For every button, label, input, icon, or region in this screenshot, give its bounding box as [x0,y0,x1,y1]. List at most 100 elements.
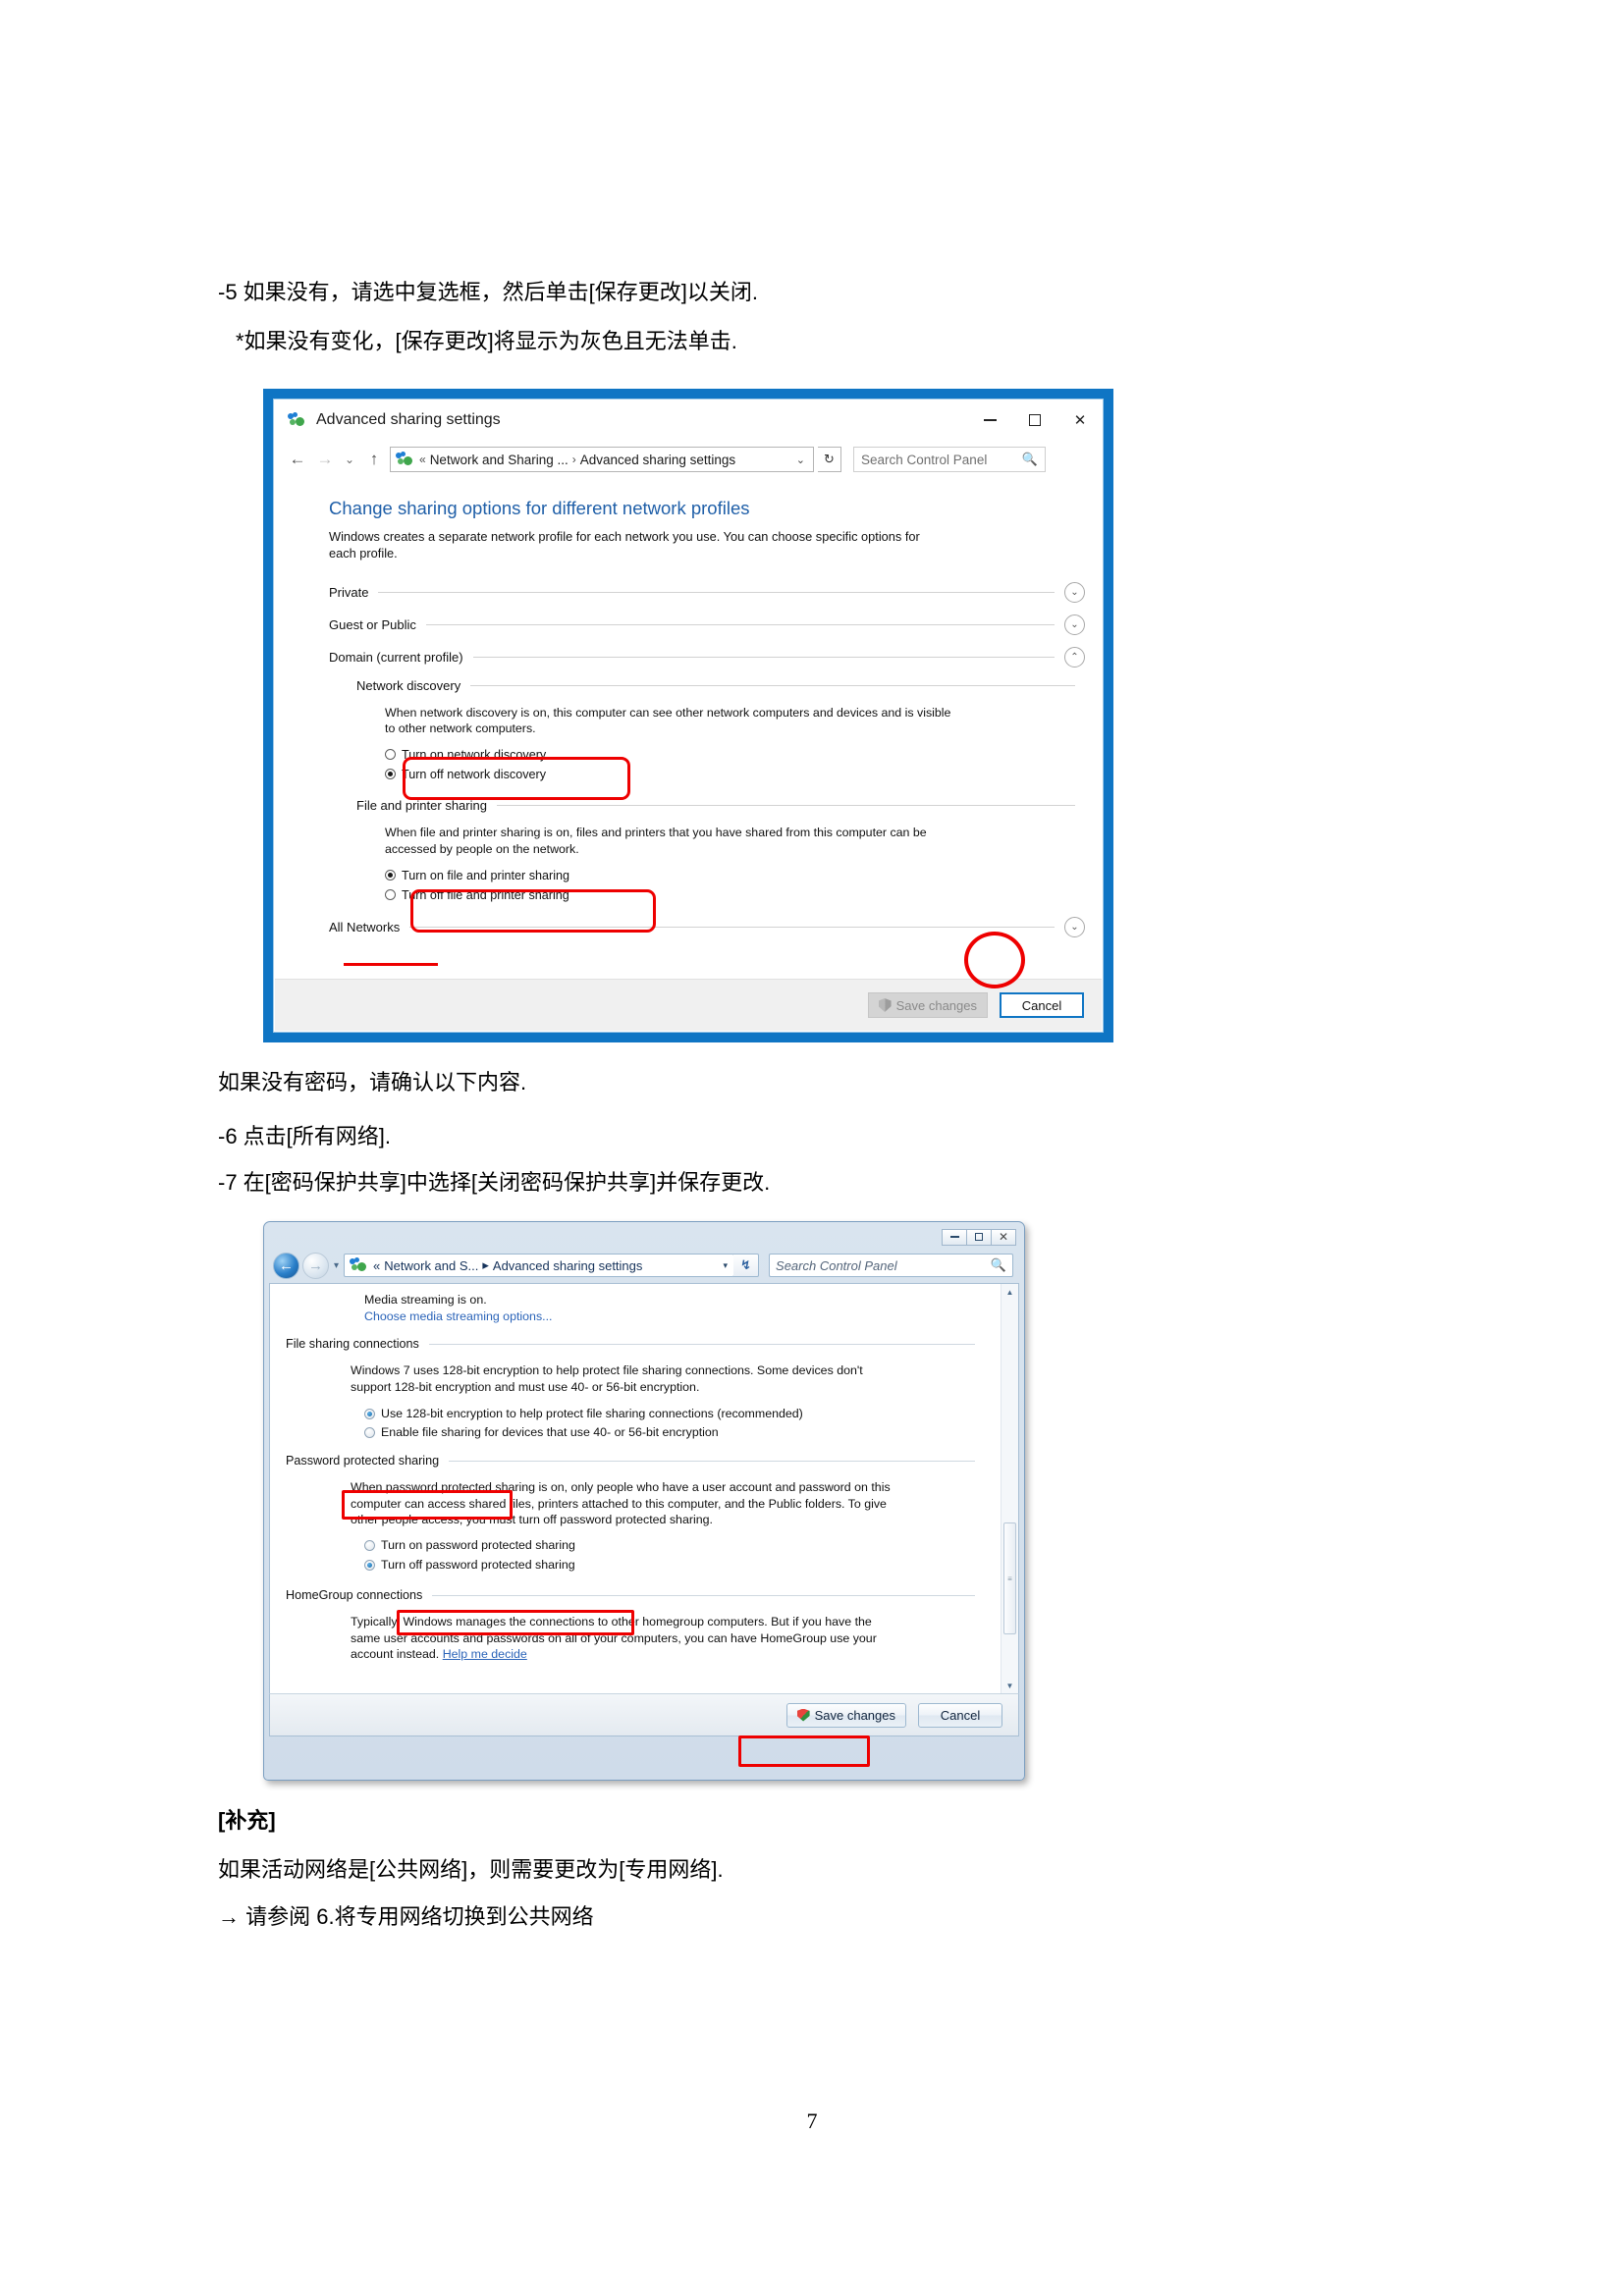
radio-label: Use 128-bit encryption to help protect f… [381,1407,803,1421]
radio-label: Turn on file and printer sharing [402,868,570,882]
forward-button[interactable]: → [313,447,337,472]
close-button[interactable]: ✕ [1057,400,1103,441]
chevron-down-icon[interactable]: ⌄ [796,454,809,466]
save-changes-button[interactable]: Save changes [785,1702,906,1728]
radio-icon-selected [385,870,396,881]
radio-turn-off-password-protected-sharing[interactable]: Turn off password protected sharing [364,1557,993,1573]
section-all-networks[interactable]: All Networks ⌄ [329,917,1085,938]
cancel-label: Cancel [940,1707,981,1723]
page-number: 7 [806,2109,818,2133]
section-guest-or-public[interactable]: Guest or Public ⌄ [329,614,1085,635]
back-button[interactable]: ← [273,1252,299,1279]
divider [409,927,1055,929]
radio-icon-selected [385,769,396,780]
search-placeholder: Search Control Panel [776,1257,897,1273]
recent-pages-caret-icon[interactable]: ▾ [332,1260,341,1271]
supplement-line-2: → 请参阅 6.将专用网络切换到公共网络 [218,1904,594,1929]
breadcrumb-overflow-chevron[interactable]: « [419,453,426,466]
password-protected-sharing-description: When password protected sharing is on, o… [351,1480,891,1527]
refresh-button[interactable]: ↻ [818,447,841,472]
save-changes-label: Save changes [814,1707,895,1723]
section-password-protected-sharing: Password protected sharing [286,1453,975,1468]
network-discovery-label: Network discovery [356,677,461,693]
refresh-button[interactable]: ↯ [733,1254,760,1277]
settings-content: Change sharing options for different net… [274,478,1103,943]
supplement-line-1: 如果活动网络是[公共网络]，则需要更改为[专用网络]. [218,1857,724,1882]
minimize-icon [949,1236,959,1238]
section-private[interactable]: Private ⌄ [329,581,1085,603]
search-input[interactable]: Search Control Panel 🔍 [853,447,1046,472]
scrollbar-grip-icon: ≡ [1007,1574,1012,1583]
breadcrumb-segment-network-and-sharing[interactable]: Network and Sharing ... [430,453,568,467]
breadcrumb-segment-network-and-sharing[interactable]: Network and S... [384,1258,478,1273]
radio-turn-off-file-and-printer-sharing[interactable]: Turn off file and printer sharing [385,886,1103,903]
back-button[interactable]: ← [286,447,309,472]
forward-button[interactable]: → [302,1252,329,1279]
radio-label: Turn off password protected sharing [381,1558,575,1573]
radio-use-128-bit-encryption[interactable]: Use 128-bit encryption to help protect f… [364,1406,993,1421]
help-me-decide-link[interactable]: Help me decide [443,1647,527,1661]
radio-label: Turn off network discovery [402,767,546,781]
breadcrumb[interactable]: « Network and Sharing ... › Advanced sha… [390,447,814,472]
minimize-icon [983,419,997,421]
radio-turn-on-network-discovery[interactable]: Turn on network discovery [385,746,1103,763]
chevron-down-icon[interactable]: ⌄ [1064,614,1085,635]
breadcrumb-separator-icon: ▸ [482,1257,489,1272]
maximize-icon [1029,414,1041,426]
chevron-down-icon[interactable]: ⌄ [1064,581,1085,603]
scroll-up-arrow-icon[interactable]: ▲ [1001,1284,1018,1300]
radio-turn-on-file-and-printer-sharing[interactable]: Turn on file and printer sharing [385,867,1103,883]
breadcrumb-overflow-chevron[interactable]: « [373,1258,380,1273]
radio-turn-on-password-protected-sharing[interactable]: Turn on password protected sharing [364,1537,993,1553]
minimize-button[interactable] [942,1228,967,1246]
radio-label: Enable file sharing for devices that use… [381,1425,719,1440]
scroll-down-arrow-icon[interactable]: ▼ [1001,1678,1018,1693]
chevron-up-icon[interactable]: ⌃ [1064,646,1085,667]
choose-media-streaming-options-link[interactable]: Choose media streaming options... [364,1309,993,1323]
maximize-button[interactable] [966,1228,992,1246]
cancel-button[interactable]: Cancel [1000,992,1084,1018]
settings-content: Media streaming is on. Choose media stre… [269,1283,1019,1693]
search-icon: 🔍 [1021,452,1038,466]
save-changes-button[interactable]: Save changes [867,992,988,1018]
close-button[interactable]: ✕ [991,1228,1016,1246]
cancel-button[interactable]: Cancel [918,1702,1002,1728]
radio-icon [364,1539,375,1551]
uac-shield-icon [879,998,892,1012]
chevron-down-icon[interactable]: ▾ [724,1260,731,1271]
close-icon: ✕ [1073,412,1087,429]
section-guest-or-public-label: Guest or Public [329,616,416,632]
minimize-button[interactable] [967,400,1012,441]
radio-enable-40-or-56-bit-encryption[interactable]: Enable file sharing for devices that use… [364,1424,993,1440]
intro-text: Windows creates a separate network profi… [329,529,920,561]
chevron-down-icon[interactable]: ⌄ [1064,917,1085,938]
dialog-footer: Save changes Cancel [269,1693,1019,1736]
breadcrumb-network-icon [350,1257,369,1273]
up-button[interactable]: ↑ [362,447,386,472]
subsection-file-and-printer-sharing: File and printer sharing [356,797,1085,814]
section-all-networks-label: All Networks [329,920,401,935]
scrollbar-thumb[interactable]: ≡ [1003,1522,1016,1634]
cancel-label: Cancel [1021,997,1062,1013]
section-domain-current-profile[interactable]: Domain (current profile) ⌃ [329,646,1085,667]
breadcrumb[interactable]: « Network and S... ▸ Advanced sharing se… [344,1254,735,1277]
divider [425,623,1055,625]
close-icon: ✕ [998,1230,1009,1244]
annotation-all-networks-underline [344,963,438,966]
homegroup-description-text: Typically, Windows manages the connectio… [351,1615,877,1662]
breadcrumb-segment-advanced-sharing-settings[interactable]: Advanced sharing settings [493,1258,642,1273]
breadcrumb-separator-icon: › [571,453,576,466]
maximize-button[interactable] [1012,400,1057,441]
instruction-note-save-greyed: *如果没有变化，[保存更改]将显示为灰色且无法单击. [236,329,737,353]
radio-turn-off-network-discovery[interactable]: Turn off network discovery [385,766,1103,782]
breadcrumb-segment-advanced-sharing-settings[interactable]: Advanced sharing settings [580,453,735,467]
search-input[interactable]: Search Control Panel 🔍 [769,1254,1013,1277]
file-printer-sharing-label: File and printer sharing [356,798,487,814]
file-sharing-connections-label: File sharing connections [286,1337,419,1351]
recent-locations-button[interactable]: ⌄ [341,447,358,472]
divider [378,591,1055,593]
section-homegroup-connections: HomeGroup connections [286,1587,975,1603]
divider [472,656,1055,658]
screenshot-windows7-advanced-sharing-settings: ✕ ← → ▾ « Network and S... ▸ Advanced sh… [263,1221,1025,1781]
vertical-scrollbar[interactable]: ▲ ≡ ▼ [1001,1284,1018,1693]
